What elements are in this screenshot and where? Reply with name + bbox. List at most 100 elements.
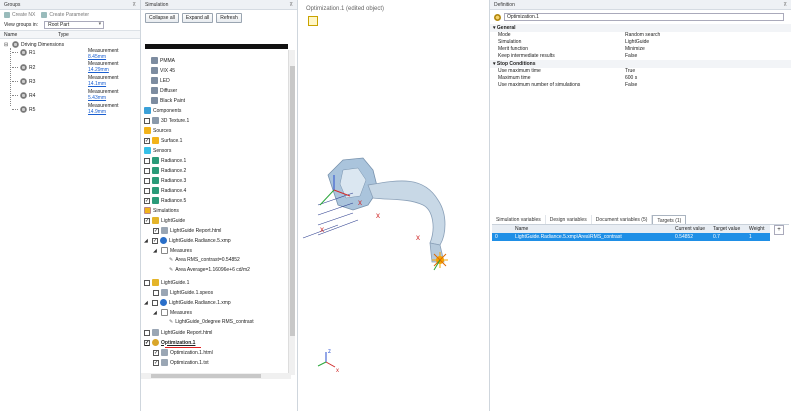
expand-arrow-icon[interactable]: ◢ <box>144 238 150 244</box>
checkbox[interactable]: ✓ <box>144 197 150 204</box>
tree-lightguide-radiance1[interactable]: ◢ LightGuide.Radiance.1.xmp <box>144 299 231 306</box>
checkbox[interactable] <box>144 167 150 174</box>
tree-measures-2[interactable]: ◢ Measures <box>153 309 192 316</box>
prop-simulation[interactable]: Simulation LightGuide <box>490 39 791 46</box>
table-row[interactable]: 0 LightGuide.Radiance.5.xmp\Area\RMS_con… <box>492 233 770 241</box>
tree-components[interactable]: Components <box>144 107 181 114</box>
tree-led[interactable]: LED <box>151 77 170 84</box>
pin-icon[interactable]: ⊼ <box>289 0 293 9</box>
col-weight[interactable]: Weight <box>746 225 770 233</box>
expand-all-button[interactable]: Expand all <box>181 13 214 23</box>
checkbox[interactable] <box>152 299 158 306</box>
checkbox[interactable]: ✓ <box>153 359 159 366</box>
view-groups-select[interactable]: Root Part <box>44 21 105 29</box>
tab-simulation-variables[interactable]: Simulation variables <box>492 215 546 224</box>
vertical-scrollbar[interactable] <box>288 50 295 375</box>
tree-area-rms[interactable]: ✎ Area RMS_contrast=0.54852 <box>169 257 240 263</box>
h-scrollbar-thumb[interactable] <box>151 374 261 378</box>
item-value-link[interactable]: 8.45mm <box>88 54 106 60</box>
row-weight[interactable]: 1 <box>746 233 770 241</box>
tree-lightguide-report-2[interactable]: LightGuide Report.html <box>144 329 212 336</box>
lightguide-3d-model[interactable]: x x x x z x <box>298 0 490 411</box>
tree-item-r4[interactable]: R4 <box>12 92 35 99</box>
item-value-link[interactable]: 14.1mm <box>88 81 106 87</box>
tree-radiance1[interactable]: Radiance.1 <box>144 157 186 164</box>
tree-radiance3[interactable]: Radiance.3 <box>144 177 186 184</box>
tab-design-variables[interactable]: Design variables <box>546 215 592 224</box>
expand-arrow-icon[interactable]: ◢ <box>144 300 150 306</box>
tree-lightguide[interactable]: ✓ LightGuide <box>144 217 185 224</box>
tree-vix45[interactable]: VIX 45 <box>151 67 175 74</box>
tree-surface1[interactable]: ✓ Surface.1 <box>144 137 182 144</box>
item-value-link[interactable]: 14.9mm <box>88 109 106 115</box>
name-field[interactable]: Optimization.1 <box>504 13 784 21</box>
tree-root[interactable]: ⊟ Driving Dimensions <box>4 41 64 48</box>
row-target[interactable]: 0.7 <box>710 233 746 241</box>
checkbox[interactable] <box>144 329 150 336</box>
tree-item-r1[interactable]: R1 <box>12 49 35 56</box>
expand-arrow-icon[interactable]: ◢ <box>153 248 159 254</box>
tree-measures-1[interactable]: ◢ Measures <box>153 247 192 254</box>
tree-optimization1-html[interactable]: ✓ Optimization.1.html <box>153 349 213 356</box>
scrollbar-thumb[interactable] <box>290 66 295 336</box>
tree-optimization1-txt[interactable]: ✓ Optimization.1.txt <box>153 359 209 366</box>
prop-value[interactable]: False <box>625 82 637 89</box>
col-name[interactable]: Name <box>512 225 672 233</box>
expand-arrow-icon[interactable]: ◢ <box>153 310 159 316</box>
prop-value[interactable]: Random search <box>625 32 660 39</box>
tree-optimization1[interactable]: ✓ Optimization.1 <box>144 339 195 346</box>
checkbox[interactable]: ✓ <box>153 349 159 356</box>
tree-lightguide1[interactable]: LightGuide.1 <box>144 279 189 286</box>
refresh-button[interactable]: Refresh <box>216 13 242 23</box>
checkbox[interactable]: ✓ <box>144 137 150 144</box>
checkbox[interactable]: ✓ <box>144 217 150 224</box>
create-parameter-button[interactable]: Create Parameter <box>41 12 89 18</box>
checkbox[interactable] <box>144 279 150 286</box>
prop-value[interactable]: True <box>625 68 635 75</box>
tree-lightguide-report[interactable]: ✓ LightGuide Report.html <box>153 227 221 234</box>
tree-sensors[interactable]: Sensors <box>144 147 171 154</box>
tree-lightguide1-speos[interactable]: LightGuide.1.speos <box>153 289 213 296</box>
prop-value[interactable]: 600 s <box>625 75 637 82</box>
tree-radiance4[interactable]: Radiance.4 <box>144 187 186 194</box>
checkbox[interactable]: ✓ <box>153 227 159 234</box>
checkbox[interactable]: ✓ <box>152 237 158 244</box>
prop-mode[interactable]: Mode Random search <box>490 32 791 39</box>
tree-black-paint[interactable]: Black Paint <box>151 97 185 104</box>
col-current-value[interactable]: Current value <box>672 225 710 233</box>
col-target-value[interactable]: Target value <box>710 225 746 233</box>
create-nx-button[interactable]: Create NX <box>4 12 35 18</box>
checkbox[interactable] <box>144 117 150 124</box>
prop-keep-intermediate[interactable]: Keep intermediate results False <box>490 53 791 60</box>
tree-area-average[interactable]: ✎ Area Average=1.16096e+6 cd/m2 <box>169 267 250 273</box>
prop-use-max-sims[interactable]: Use maximum number of simulations False <box>490 82 791 89</box>
tab-targets[interactable]: Targets (1) <box>652 215 687 224</box>
prop-value[interactable]: Minimize <box>625 46 645 53</box>
checkbox[interactable] <box>144 177 150 184</box>
checkbox[interactable]: ✓ <box>144 339 150 346</box>
tree-lightguide-0degree[interactable]: ✎ LightGuide_0degree RMS_contrast <box>169 319 254 325</box>
prop-value[interactable]: LightGuide <box>625 39 649 46</box>
general-section[interactable]: ▾ General <box>490 24 791 32</box>
tree-item-r5[interactable]: R5 <box>12 106 35 113</box>
tree-sources[interactable]: Sources <box>144 127 171 134</box>
checkbox[interactable] <box>144 187 150 194</box>
checkbox[interactable] <box>144 157 150 164</box>
stop-conditions-section[interactable]: ▾ Stop Conditions <box>490 60 791 68</box>
prop-value[interactable]: False <box>625 53 637 60</box>
tree-radiance5[interactable]: ✓ Radiance.5 <box>144 197 186 204</box>
tree-item-r2[interactable]: R2 <box>12 64 35 71</box>
pin-icon[interactable]: ⊼ <box>132 0 136 9</box>
item-value-link[interactable]: 5.43mm <box>88 95 106 101</box>
tree-radiance2[interactable]: Radiance.2 <box>144 167 186 174</box>
add-target-button[interactable]: + <box>774 225 784 235</box>
prop-merit-function[interactable]: Merit function Minimize <box>490 46 791 53</box>
tree-pmma[interactable]: PMMA <box>151 57 175 64</box>
checkbox[interactable] <box>153 289 159 296</box>
col-type[interactable]: Type <box>58 31 69 38</box>
horizontal-scrollbar[interactable] <box>141 373 291 379</box>
tree-diffuser[interactable]: Diffuser <box>151 87 177 94</box>
pin-icon[interactable]: ⊼ <box>783 0 787 9</box>
tree-item-r3[interactable]: R3 <box>12 78 35 85</box>
collapse-all-button[interactable]: Collapse all <box>145 13 179 23</box>
